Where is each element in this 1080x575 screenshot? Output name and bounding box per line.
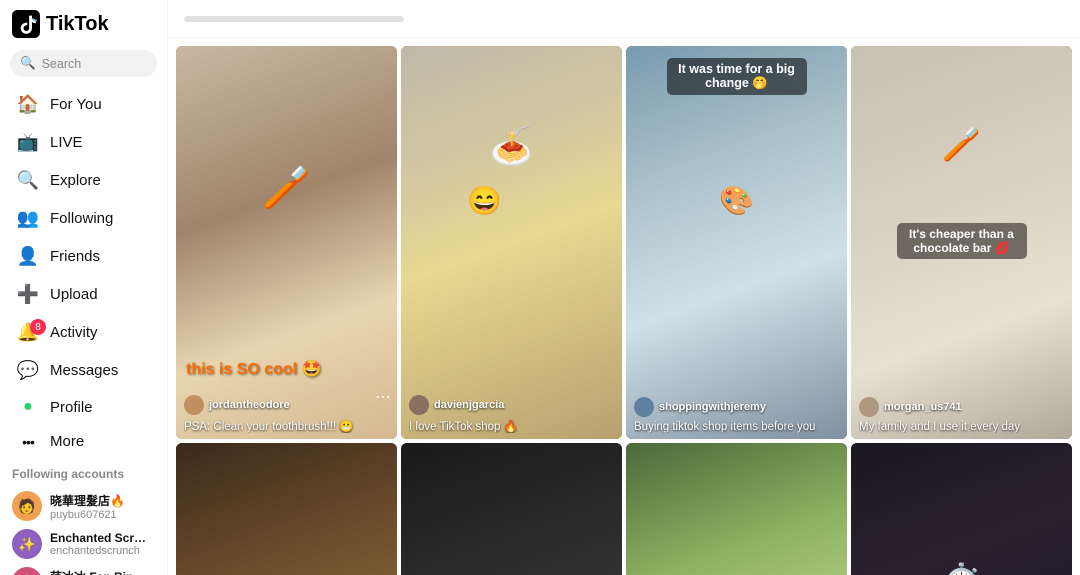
author-name: shoppingwithjeremy [659,401,766,413]
video-thumbnail: 🍳 [176,443,397,575]
video-card[interactable]: 🍝 😄 davienjgarcia I love TikTok shop 🔥 [401,46,622,439]
author-row: davienjgarcia [409,395,614,415]
video-caption: My family and I use it every day [859,421,1064,433]
author-row: shoppingwithjeremy [634,397,839,417]
video-bottom: morgan_us741 My family and I use it ever… [859,397,1064,433]
author-row: jordantheodore [184,395,389,415]
nav-label-friends: Friends [50,248,100,265]
nav-label-explore: Explore [50,172,101,189]
search-placeholder: Search [42,57,82,71]
account-handle: enchantedscrunch [50,545,150,557]
nav-item-explore[interactable]: 🔍 Explore [4,162,163,199]
video-caption: PSA: Clean your toothbrush!!! 😬 [184,419,389,433]
video-card[interactable]: ⏱️ Get app [851,443,1072,575]
list-item[interactable]: 🧑 晓華理髮店🔥 puybu607621 [12,487,155,525]
avatar [184,395,204,415]
logo-area[interactable]: TikTok [0,0,167,46]
nav-item-live[interactable]: 📺 LIVE [4,124,163,161]
avatar [634,397,654,417]
avatar: ⭐ [12,567,42,575]
feed-header [168,0,1080,38]
video-bottom: shoppingwithjeremy Buying tiktok shop it… [634,397,839,433]
video-card[interactable]: 🍳 [176,443,397,575]
nav-list: 🏠 For You 📺 LIVE 🔍 Explore 👥 Following 👤… [0,85,167,459]
video-card[interactable]: 🎨 It was time for a big change 🤭 shoppin… [626,46,847,439]
feed-header-bar [184,16,404,22]
explore-icon: 🔍 [16,170,40,191]
avatar: ✨ [12,529,42,559]
video-card[interactable]: 💻 [626,443,847,575]
video-overlay: davienjgarcia I love TikTok shop 🔥 [401,46,622,439]
account-handle: puybu607621 [50,509,125,521]
nav-label-upload: Upload [50,286,98,303]
video-thumbnail: 🪥 this is SO cool 🤩 jordantheodore PSA: … [176,46,397,439]
author-name: davienjgarcia [434,399,504,411]
video-thumbnail: 💻 [626,443,847,575]
main-feed: 🪥 this is SO cool 🤩 jordantheodore PSA: … [168,0,1080,575]
search-bar[interactable]: 🔍 Search [10,50,157,77]
list-item[interactable]: ✨ Enchanted Scrun... enchantedscrunch [12,525,155,563]
author-name: jordantheodore [209,399,290,411]
nav-item-for-you[interactable]: 🏠 For You [4,86,163,123]
video-caption: Buying tiktok shop items before you [634,421,839,433]
video-thumbnail: ⏱️ Get app [851,443,1072,575]
video-overlay: jordantheodore PSA: Clean your toothbrus… [176,46,397,439]
nav-item-messages[interactable]: 💬 Messages [4,352,163,389]
nav-label-live: LIVE [50,134,83,151]
nav-item-upload[interactable]: ➕ Upload [4,276,163,313]
video-card[interactable]: 📱 CHEAP apple carplay!? [401,443,622,575]
author-row: morgan_us741 [859,397,1064,417]
home-icon: 🏠 [16,94,40,115]
video-thumbnail: 🍝 😄 davienjgarcia I love TikTok shop 🔥 [401,46,622,439]
friends-icon: 👤 [16,246,40,267]
account-name: 晓華理髮店🔥 [50,492,125,509]
activity-badge: 8 [30,319,46,335]
more-options-button[interactable]: ⋯ [375,387,391,407]
author-name: morgan_us741 [884,401,962,413]
avatar: 🧑 [12,491,42,521]
nav-label-activity: Activity [50,324,98,341]
profile-icon: ● [16,398,40,416]
nav-label-messages: Messages [50,362,118,379]
following-icon: 👥 [16,208,40,229]
messages-icon: 💬 [16,360,40,381]
account-name: Enchanted Scrun... [50,531,150,545]
following-accounts-title: Following accounts [12,467,155,481]
more-icon: ••• [16,434,40,450]
avatar [859,397,879,417]
video-card[interactable]: 🪥 this is SO cool 🤩 jordantheodore PSA: … [176,46,397,439]
video-overlay: shoppingwithjeremy Buying tiktok shop it… [626,46,847,439]
nav-label-more: More [50,433,84,450]
live-icon: 📺 [16,132,40,153]
video-card[interactable]: 🪥 It's cheaper than a chocolate bar 💋 mo… [851,46,1072,439]
nav-label-profile: Profile [50,399,93,416]
sidebar: TikTok 🔍 Search 🏠 For You 📺 LIVE 🔍 Explo… [0,0,168,575]
video-thumbnail: 📱 CHEAP apple carplay!? [401,443,622,575]
video-grid: 🪥 this is SO cool 🤩 jordantheodore PSA: … [168,38,1080,575]
nav-label-for-you: For You [50,96,102,113]
avatar [409,395,429,415]
nav-item-activity[interactable]: 🔔 8 Activity [4,314,163,351]
app-title: TikTok [46,13,109,36]
video-bottom: davienjgarcia I love TikTok shop 🔥 [409,395,614,433]
nav-item-more[interactable]: ••• More [4,425,163,458]
nav-label-following: Following [50,210,113,227]
search-icon: 🔍 [20,56,36,71]
nav-item-profile[interactable]: ● Profile [4,390,163,424]
nav-item-friends[interactable]: 👤 Friends [4,238,163,275]
list-item[interactable]: ⭐ 范冰冰 Fan Bingb... fanbingbing916 [12,563,155,575]
nav-item-following[interactable]: 👥 Following [4,200,163,237]
video-bottom: jordantheodore PSA: Clean your toothbrus… [184,395,389,433]
upload-icon: ➕ [16,284,40,305]
following-accounts-section: Following accounts 🧑 晓華理髮店🔥 puybu607621 … [0,459,167,575]
account-name: 范冰冰 Fan Bingb... [50,568,150,575]
video-thumbnail: 🎨 It was time for a big change 🤭 shoppin… [626,46,847,439]
tiktok-logo-icon [12,10,40,38]
video-thumbnail: 🪥 It's cheaper than a chocolate bar 💋 mo… [851,46,1072,439]
video-caption: I love TikTok shop 🔥 [409,419,614,433]
video-overlay: morgan_us741 My family and I use it ever… [851,46,1072,439]
